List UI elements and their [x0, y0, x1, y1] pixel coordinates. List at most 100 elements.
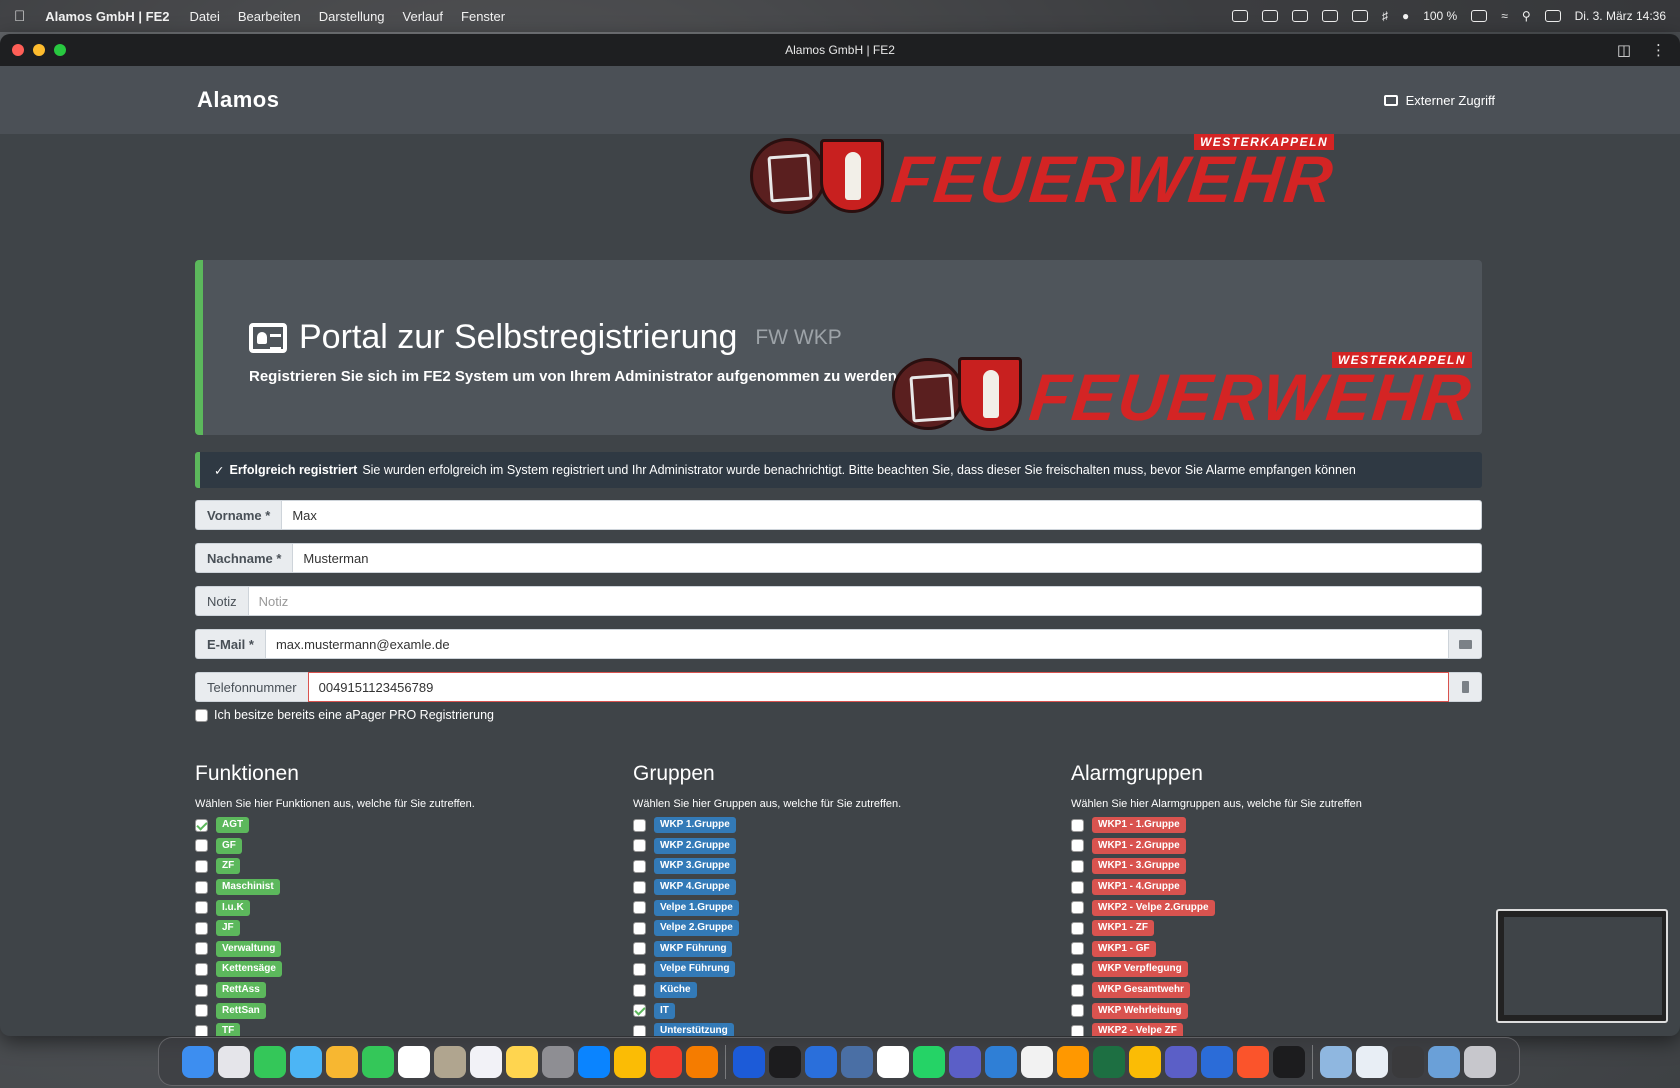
gruppen-checkbox[interactable] [633, 1024, 646, 1036]
telefon-input[interactable]: 0049151123456789 [307, 672, 1449, 702]
gruppen-item[interactable]: WKP Führung [633, 939, 1053, 960]
funktionen-checkbox[interactable] [195, 942, 208, 956]
gruppen-item[interactable]: Küche [633, 980, 1053, 1001]
gruppen-item[interactable]: WKP 2.Gruppe [633, 836, 1053, 857]
sheet-icon[interactable] [1021, 1045, 1053, 1078]
alarmgruppen-item[interactable]: WKP Wehrleitung [1071, 1000, 1491, 1021]
alarmgruppen-checkbox[interactable] [1071, 942, 1084, 956]
gruppen-item[interactable]: Unterstützung [633, 1021, 1053, 1036]
gruppen-checkbox[interactable] [633, 962, 646, 976]
alarmgruppen-checkbox[interactable] [1071, 962, 1084, 976]
bitwarden-icon[interactable] [733, 1045, 765, 1078]
vlc-icon[interactable] [686, 1045, 718, 1078]
funktionen-checkbox[interactable] [195, 859, 208, 873]
brand-logo[interactable]: Alamos [197, 87, 279, 113]
preview-icon[interactable] [1320, 1045, 1352, 1078]
gruppen-checkbox[interactable] [633, 901, 646, 915]
alarmgruppen-item[interactable]: WKP1 - ZF [1071, 918, 1491, 939]
status-icon[interactable] [1321, 10, 1338, 22]
nachname-input[interactable]: Musterman [292, 543, 1482, 573]
control-center-icon[interactable] [1544, 10, 1561, 22]
vorname-input[interactable]: Max [281, 500, 1482, 530]
funktionen-item[interactable]: AGT [195, 815, 615, 836]
powershell-icon[interactable] [805, 1045, 837, 1078]
gruppen-item[interactable]: Velpe 2.Gruppe [633, 918, 1053, 939]
funktionen-checkbox[interactable] [195, 1004, 208, 1018]
photos-icon[interactable] [326, 1045, 358, 1078]
contacts-icon[interactable] [434, 1045, 466, 1078]
gruppen-item[interactable]: WKP 1.Gruppe [633, 815, 1053, 836]
alarmgruppen-item[interactable]: WKP1 - 4.Gruppe [1071, 877, 1491, 898]
gruppen-checkbox[interactable] [633, 983, 646, 997]
alarmgruppen-item[interactable]: WKP Verpflegung [1071, 959, 1491, 980]
funktionen-item[interactable]: JF [195, 918, 615, 939]
menu-bearbeiten[interactable]: Bearbeiten [238, 9, 301, 24]
funktionen-item[interactable]: TF [195, 1021, 615, 1036]
funktionen-checkbox[interactable] [195, 983, 208, 997]
gruppen-checkbox[interactable] [633, 818, 646, 832]
funktionen-item[interactable]: RettAss [195, 980, 615, 1001]
battery-icon[interactable] [1471, 10, 1488, 22]
alarmgruppen-checkbox[interactable] [1071, 1004, 1084, 1018]
funktionen-item[interactable]: Maschinist [195, 877, 615, 898]
alarmgruppen-checkbox[interactable] [1071, 880, 1084, 894]
funktionen-checkbox[interactable] [195, 901, 208, 915]
external-access-link[interactable]: Externer Zugriff [1383, 93, 1495, 108]
menu-darstellung[interactable]: Darstellung [319, 9, 385, 24]
files-icon[interactable] [1356, 1045, 1388, 1078]
trash-icon[interactable] [1464, 1045, 1496, 1078]
email-input[interactable]: max.mustermann@examle.de [264, 629, 1449, 659]
alarmgruppen-item[interactable]: WKP1 - GF [1071, 939, 1491, 960]
search-icon[interactable]: ⚲ [1522, 9, 1531, 23]
funktionen-checkbox[interactable] [195, 880, 208, 894]
gruppen-item[interactable]: Velpe Führung [633, 959, 1053, 980]
terminal-icon[interactable] [769, 1045, 801, 1078]
chrome-icon[interactable] [614, 1045, 646, 1078]
finder-icon[interactable] [182, 1045, 214, 1078]
gruppen-item[interactable]: WKP 3.Gruppe [633, 856, 1053, 877]
alarmgruppen-checkbox[interactable] [1071, 901, 1084, 915]
apple-menu-icon[interactable]:  [14, 8, 25, 25]
menu-fenster[interactable]: Fenster [461, 9, 505, 24]
extensions-icon[interactable]: ◫ [1617, 41, 1631, 59]
gruppen-checkbox[interactable] [633, 839, 646, 853]
wifi-icon[interactable]: ≈ [1501, 9, 1508, 23]
menu-verlauf[interactable]: Verlauf [403, 9, 443, 24]
maps-icon[interactable] [290, 1045, 322, 1078]
alarmgruppen-item[interactable]: WKP2 - Velpe ZF [1071, 1021, 1491, 1036]
funktionen-item[interactable]: ZF [195, 856, 615, 877]
funktionen-checkbox[interactable] [195, 818, 208, 832]
brave-icon[interactable] [1237, 1045, 1269, 1078]
funktionen-checkbox[interactable] [195, 962, 208, 976]
messages-icon[interactable] [254, 1045, 286, 1078]
sublime-icon[interactable] [1057, 1045, 1089, 1078]
reminders-icon[interactable] [470, 1045, 502, 1078]
menu-datetime[interactable]: Di. 3. März 14:36 [1575, 9, 1666, 23]
appstore-icon[interactable] [578, 1045, 610, 1078]
gruppen-checkbox[interactable] [633, 921, 646, 935]
disk-icon[interactable] [841, 1045, 873, 1078]
calendar-icon[interactable] [398, 1045, 430, 1078]
alarmgruppen-checkbox[interactable] [1071, 921, 1084, 935]
launchpad-icon[interactable] [218, 1045, 250, 1078]
alarmgruppen-item[interactable]: WKP2 - Velpe 2.Gruppe [1071, 897, 1491, 918]
alarmgruppen-item[interactable]: WKP1 - 1.Gruppe [1071, 815, 1491, 836]
gruppen-item[interactable]: IT [633, 1000, 1053, 1021]
teams-grid-icon[interactable] [949, 1045, 981, 1078]
more-menu-icon[interactable]: ⋮ [1651, 41, 1666, 59]
teams-icon[interactable] [1165, 1045, 1197, 1078]
bluetooth-icon[interactable]: ♯ [1382, 9, 1388, 23]
settings-icon[interactable] [542, 1045, 574, 1078]
menu-datei[interactable]: Datei [190, 9, 220, 24]
apager-checkbox[interactable] [195, 708, 208, 722]
alarmgruppen-checkbox[interactable] [1071, 839, 1084, 853]
alarmgruppen-checkbox[interactable] [1071, 859, 1084, 873]
minimize-button[interactable] [33, 44, 45, 56]
funktionen-item[interactable]: GF [195, 836, 615, 857]
funktionen-checkbox[interactable] [195, 839, 208, 853]
screenshot-icon[interactable] [1392, 1045, 1424, 1078]
notes-icon[interactable] [506, 1045, 538, 1078]
cloud-icon[interactable] [1261, 10, 1278, 22]
status-icon[interactable] [1291, 10, 1308, 22]
funktionen-item[interactable]: Verwaltung [195, 939, 615, 960]
